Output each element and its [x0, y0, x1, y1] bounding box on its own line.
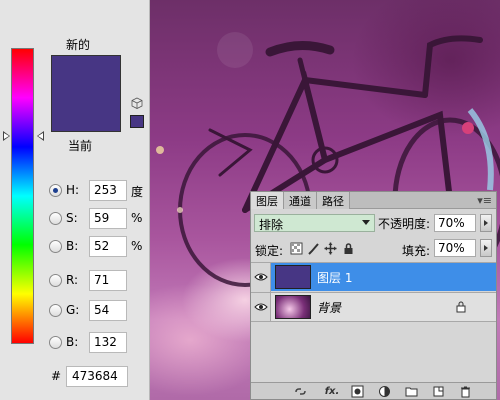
tab-channels[interactable]: 通道	[284, 192, 317, 209]
layer-row-layer1[interactable]: 图层 1	[251, 262, 496, 292]
group-folder-icon[interactable]	[405, 385, 418, 398]
color-field-input[interactable]: 253	[89, 180, 127, 201]
panel-tab-bar: 图层 通道 路径 ▾≡	[251, 192, 496, 209]
mask-icon[interactable]	[351, 385, 364, 398]
hue-slider[interactable]	[11, 48, 34, 344]
lock-all-icon[interactable]	[342, 242, 355, 255]
new-color-swatch	[51, 55, 121, 94]
web-safe-color-swatch[interactable]	[130, 115, 144, 128]
color-field-input[interactable]: 54	[89, 300, 127, 321]
hue-slider-left-handle[interactable]	[3, 130, 10, 141]
link-icon[interactable]	[294, 385, 307, 398]
color-field-label: G:	[66, 303, 80, 317]
chevron-down-icon	[362, 220, 370, 225]
blend-mode-value: 排除	[259, 218, 284, 232]
layer-name: 图层 1	[317, 271, 353, 285]
current-color-swatch[interactable]	[51, 94, 121, 132]
color-field-label: B:	[66, 335, 79, 349]
color-mode-radio[interactable]	[49, 240, 62, 253]
layers-panel-toolbar: fx.	[251, 382, 496, 399]
color-field-label: B:	[66, 239, 79, 253]
hex-input[interactable]: 473684	[66, 366, 128, 387]
layer-lock-icon	[456, 301, 466, 313]
layer-thumbnail	[275, 265, 311, 289]
hex-label: #	[51, 369, 62, 383]
visibility-toggle[interactable]	[251, 263, 271, 292]
visibility-toggle[interactable]	[251, 293, 271, 322]
tab-layers[interactable]: 图层	[251, 192, 284, 209]
color-field-label: R:	[66, 273, 79, 287]
layer-list-empty-area	[251, 321, 496, 381]
adjustment-icon[interactable]	[378, 385, 391, 398]
eye-icon	[254, 303, 268, 311]
color-mode-radio[interactable]	[49, 304, 62, 317]
lock-pixels-brush-icon[interactable]	[307, 242, 320, 255]
panel-menu-icon[interactable]: ▾≡	[477, 194, 492, 207]
color-mode-radio[interactable]	[49, 184, 62, 197]
opacity-input[interactable]: 70%	[434, 214, 476, 232]
color-field-input[interactable]: 132	[89, 332, 127, 353]
new-color-label: 新的	[66, 38, 91, 52]
color-field-input[interactable]: 71	[89, 270, 127, 291]
fx-icon[interactable]: fx.	[323, 385, 341, 398]
lock-transparency-icon[interactable]	[290, 242, 303, 255]
color-picker-panel: 新的 当前 H: 253 度 S: 59% B: 52% R: 71 G: 54 B: 132 # 47…	[0, 0, 150, 400]
hue-slider-right-handle[interactable]	[37, 130, 44, 141]
new-layer-icon[interactable]	[432, 385, 445, 398]
color-field-unit: %	[131, 239, 143, 253]
layer-name: 背景	[317, 301, 342, 315]
color-field-unit: %	[131, 211, 143, 225]
color-field-label: H:	[66, 183, 80, 197]
current-color-label: 当前	[68, 139, 93, 153]
color-field-input[interactable]: 52	[89, 236, 127, 257]
blend-mode-select[interactable]: 排除	[254, 214, 375, 232]
trash-icon[interactable]	[459, 385, 472, 398]
eye-icon	[254, 273, 268, 281]
layers-panel: 图层 通道 路径 ▾≡ 排除 不透明度: 70% 锁定: 填充: 70% 图层 …	[250, 191, 497, 400]
color-mode-radio[interactable]	[49, 212, 62, 225]
color-field-unit: 度	[131, 185, 144, 199]
tab-paths[interactable]: 路径	[317, 192, 350, 209]
fill-stepper-button[interactable]	[480, 239, 492, 257]
color-mode-radio[interactable]	[49, 336, 62, 349]
color-field-input[interactable]: 59	[89, 208, 127, 229]
lock-label: 锁定:	[255, 244, 284, 258]
color-field-label: S:	[66, 211, 78, 225]
out-of-gamut-cube-icon[interactable]	[131, 97, 143, 109]
fill-label: 填充:	[402, 244, 431, 258]
opacity-stepper-button[interactable]	[480, 214, 492, 232]
layer-row-background[interactable]: 背景	[251, 292, 496, 322]
fill-input[interactable]: 70%	[434, 239, 476, 257]
layer-thumbnail	[275, 295, 311, 319]
opacity-label: 不透明度:	[378, 217, 431, 231]
lock-position-move-icon[interactable]	[324, 242, 337, 255]
color-mode-radio[interactable]	[49, 274, 62, 287]
